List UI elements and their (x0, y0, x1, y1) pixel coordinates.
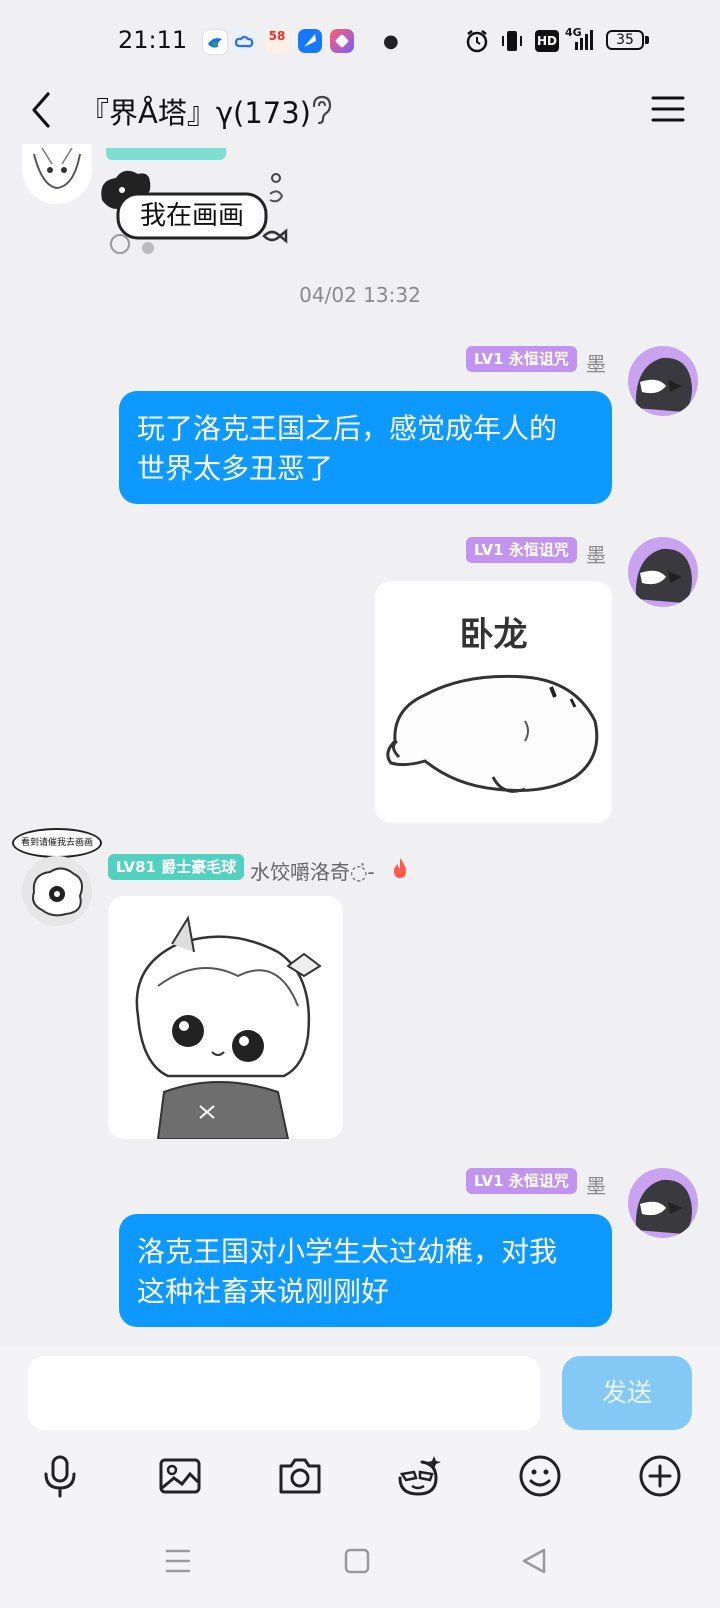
message-line: 洛克王国对小学生太过幼稚，对我 (137, 1235, 558, 1268)
message-input[interactable] (28, 1356, 540, 1430)
message-bubble[interactable]: 洛克王国对小学生太过幼稚，对我 这种社畜来说刚刚好 (119, 1214, 612, 1327)
level-badge: LV1 永恒诅咒 (466, 346, 577, 372)
battery-icon: 35 (606, 30, 650, 52)
message-bubble[interactable]: 玩了洛克王国之后，感觉成年人的 世界太多丑恶了 (119, 391, 612, 504)
chibi-drawing (135, 915, 322, 1139)
avatar[interactable] (22, 856, 92, 926)
sender-name: 墨 (586, 1174, 606, 1198)
signal-icon: 4G (565, 26, 597, 54)
app-bird-icon (202, 29, 228, 55)
image-message[interactable]: 卧龙 (375, 581, 612, 823)
app-58-icon: 58 (265, 29, 289, 53)
sender-name-group: 水饺嚼洛奇◌̇- (250, 856, 375, 885)
menu-nav-icon[interactable] (162, 1545, 194, 1577)
sender-name: 墨 (586, 543, 606, 567)
chevron-left-icon (32, 92, 50, 128)
battery-level: 35 (606, 30, 644, 50)
menu-button[interactable] (650, 94, 686, 124)
message-line: 这种社畜来说刚刚好 (137, 1275, 390, 1308)
plus-icon[interactable] (636, 1452, 684, 1500)
notification-dot: ● (383, 31, 399, 52)
sender-suffix: ◌̇- (350, 860, 375, 884)
fire-icon (390, 856, 410, 880)
level-badge: LV1 永恒诅咒 (466, 537, 577, 563)
avatar[interactable] (628, 346, 698, 416)
level-badge: LV1 永恒诅咒 (466, 1168, 577, 1194)
sender-name: 水饺嚼洛奇 (250, 860, 350, 884)
app-blue-icon (298, 29, 322, 53)
vibrate-icon (500, 28, 524, 54)
emoji-mask-icon[interactable] (394, 1452, 442, 1500)
smiley-icon[interactable] (516, 1452, 564, 1500)
back-nav-icon[interactable] (518, 1545, 550, 1577)
avatar[interactable] (628, 1168, 698, 1238)
app-gradient-icon (330, 29, 354, 53)
app-cloud-icon (232, 29, 256, 53)
avatar[interactable] (628, 537, 698, 607)
avatar[interactable] (22, 144, 92, 204)
hd-icon: HD (535, 30, 559, 52)
message-line: 玩了洛克王国之后，感觉成年人的 (137, 412, 558, 445)
mic-icon[interactable] (36, 1452, 84, 1500)
image-message[interactable] (108, 896, 343, 1139)
timestamp: 04/02 13:32 (299, 283, 421, 307)
level-badge: LV81 爵士豪毛球 (108, 854, 245, 880)
sticker[interactable]: 我在画画 (94, 160, 304, 264)
alarm-icon (464, 28, 490, 54)
hamburger-icon (651, 96, 685, 122)
app-58-label: 58 (268, 29, 286, 43)
ear-icon[interactable] (308, 94, 334, 126)
sticker-text: 我在画画 (139, 201, 244, 231)
image-icon[interactable] (156, 1452, 204, 1500)
level-badge-partial (106, 148, 226, 160)
seal-drawing (386, 674, 599, 793)
message-line: 世界太多丑恶了 (137, 452, 334, 485)
chat-title: 『界Å塔』γ(173) (80, 96, 311, 130)
home-nav-icon[interactable] (341, 1545, 373, 1577)
back-button[interactable] (24, 88, 58, 132)
avatar-speech-bubble: 看到请催我去画画 (12, 828, 102, 858)
status-time: 21:11 (118, 26, 188, 54)
sender-name: 墨 (586, 352, 606, 376)
camera-icon[interactable] (276, 1452, 324, 1500)
send-button[interactable]: 发送 (562, 1356, 692, 1430)
